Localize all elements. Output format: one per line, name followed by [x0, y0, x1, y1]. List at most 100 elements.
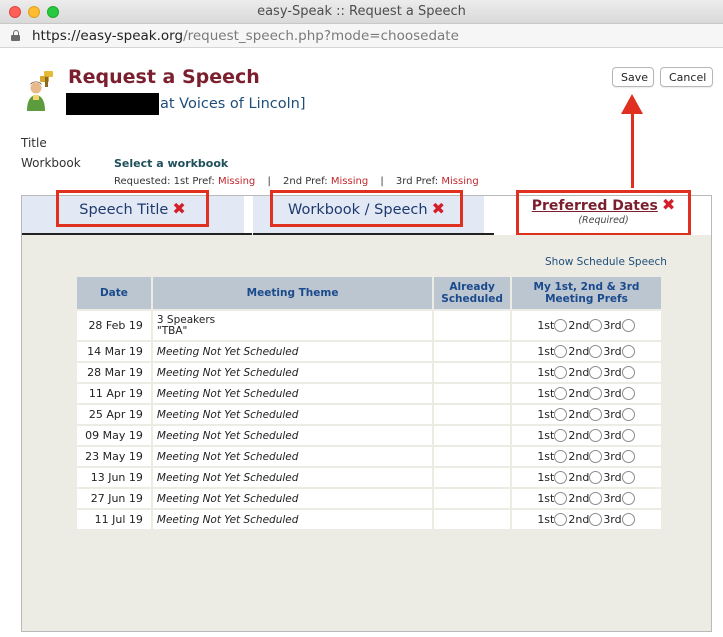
meeting-schedule-table: Date Meeting Theme Already Scheduled My …: [75, 275, 663, 531]
pref-radio-3rd[interactable]: [621, 513, 635, 526]
meeting-prefs: 1st 2nd 3rd: [511, 311, 661, 340]
select-workbook-link[interactable]: Select a workbook: [114, 157, 228, 170]
show-schedule-speech-link[interactable]: Show Schedule Speech: [545, 256, 667, 268]
pref-radio-2nd[interactable]: [589, 319, 603, 332]
pref-label: 1st: [537, 471, 555, 484]
pref-radio-2nd[interactable]: [589, 345, 603, 358]
meeting-date: 28 Feb 19: [77, 311, 151, 340]
tab-bar: Speech Title ✖ Workbook / Speech ✖ Preferr…: [21, 190, 712, 236]
pref-radio-2nd[interactable]: [589, 408, 603, 421]
pref-radio-1st[interactable]: [554, 513, 568, 526]
pref-label: 3rd: [603, 513, 622, 526]
meeting-prefs: 1st 2nd 3rd: [511, 342, 661, 361]
pref-label: 2nd: [568, 471, 590, 484]
separator: |: [267, 176, 271, 187]
pref-label: 2nd: [568, 319, 590, 332]
pref-label: 3rd: [603, 319, 622, 332]
pref-radio-1st[interactable]: [554, 429, 568, 442]
pref-radio-3rd[interactable]: [621, 450, 635, 463]
window-titlebar: easy-Speak :: Request a Speech: [0, 0, 723, 24]
pref-radio-1st[interactable]: [554, 492, 568, 505]
already-scheduled-cell: [434, 426, 510, 445]
required-note: (Required): [578, 215, 629, 226]
table-row: 11 Jul 19 Meeting Not Yet Scheduled 1st 2nd…: [77, 510, 661, 529]
pref-label: 3rd: [603, 450, 622, 463]
pref-radio-3rd[interactable]: [621, 408, 635, 421]
meeting-date: 09 May 19: [77, 426, 151, 445]
pref-radio-2nd[interactable]: [589, 492, 603, 505]
pref-label: 3rd: [603, 345, 622, 358]
meeting-date: 25 Apr 19: [77, 405, 151, 424]
pref-radio-3rd[interactable]: [621, 492, 635, 505]
x-icon: ✖: [431, 199, 445, 218]
pref-radio-3rd[interactable]: [621, 471, 635, 484]
pref-radio-1st[interactable]: [554, 319, 568, 332]
pref-label: 3rd: [603, 408, 622, 421]
pref-radio-1st[interactable]: [554, 366, 568, 379]
pref-label: 2nd: [568, 513, 590, 526]
pref-radio-1st[interactable]: [554, 450, 568, 463]
tab-speech-title[interactable]: Speech Title ✖: [56, 190, 209, 227]
pref2-status: Missing: [330, 176, 369, 187]
pref-radio-2nd[interactable]: [589, 450, 603, 463]
pref-radio-2nd[interactable]: [589, 429, 603, 442]
table-row: 11 Apr 19 Meeting Not Yet Scheduled 1st 2nd…: [77, 384, 661, 403]
workbook-label: Workbook: [21, 156, 81, 170]
pref-radio-3rd[interactable]: [621, 319, 635, 332]
meeting-prefs: 1st 2nd 3rd: [511, 426, 661, 445]
already-scheduled-cell: [434, 384, 510, 403]
column-header-already: Already Scheduled: [434, 277, 510, 309]
pref1-status: Missing: [217, 176, 256, 187]
pref-label: 2nd: [568, 450, 590, 463]
annotation-arrow-line: [631, 110, 634, 188]
pref-radio-2nd[interactable]: [589, 471, 603, 484]
meeting-date: 14 Mar 19: [77, 342, 151, 361]
pref-radio-1st[interactable]: [554, 387, 568, 400]
meeting-theme: Meeting Not Yet Scheduled: [152, 510, 433, 529]
page-title: Request a Speech: [68, 66, 260, 88]
meeting-date: 28 Mar 19: [77, 363, 151, 382]
tab-preferred-dates-label: Preferred Dates: [531, 198, 658, 214]
pref-radio-3rd[interactable]: [621, 429, 635, 442]
pref-label: 1st: [537, 387, 555, 400]
column-header-theme: Meeting Theme: [152, 277, 433, 309]
pref-radio-3rd[interactable]: [621, 387, 635, 400]
pref-label: 3rd: [603, 429, 622, 442]
already-scheduled-cell: [434, 363, 510, 382]
meeting-date: 11 Apr 19: [77, 384, 151, 403]
pref-radio-3rd[interactable]: [621, 345, 635, 358]
pref-radio-3rd[interactable]: [621, 366, 635, 379]
pref-radio-2nd[interactable]: [589, 387, 603, 400]
pref-label: 2nd: [568, 345, 590, 358]
tab-preferred-dates[interactable]: Preferred Dates ✖ (Required): [516, 190, 691, 236]
column-header-prefs: My 1st, 2nd & 3rd Meeting Prefs: [511, 277, 661, 309]
table-row: 27 Jun 19 Meeting Not Yet Scheduled 1st 2nd…: [77, 489, 661, 508]
already-scheduled-cell: [434, 468, 510, 487]
pref3-label: 3rd Pref:: [395, 176, 439, 187]
redacted-name: [66, 93, 159, 115]
table-row: 09 May 19 Meeting Not Yet Scheduled 1st 2nd…: [77, 426, 661, 445]
pref-radio-1st[interactable]: [554, 345, 568, 358]
meeting-theme: 3 Speakers "TBA": [152, 311, 433, 340]
url-text[interactable]: https://easy-speak.org/request_speech.ph…: [32, 28, 459, 44]
pref-label: 2nd: [568, 387, 590, 400]
table-row: 23 May 19 Meeting Not Yet Scheduled 1st 2nd…: [77, 447, 661, 466]
meeting-theme: Meeting Not Yet Scheduled: [152, 405, 433, 424]
pref-radio-2nd[interactable]: [589, 513, 603, 526]
pref-radio-2nd[interactable]: [589, 366, 603, 379]
x-icon: ✖: [661, 195, 676, 214]
pref-radio-1st[interactable]: [554, 408, 568, 421]
pref-radio-1st[interactable]: [554, 471, 568, 484]
address-bar[interactable]: https://easy-speak.org/request_speech.ph…: [0, 24, 723, 48]
tab-workbook-speech-label: Workbook / Speech: [288, 202, 428, 218]
meeting-date: 11 Jul 19: [77, 510, 151, 529]
save-button[interactable]: Save: [612, 67, 654, 87]
meeting-prefs: 1st 2nd 3rd: [511, 489, 661, 508]
meeting-prefs: 1st 2nd 3rd: [511, 384, 661, 403]
pref-label: 1st: [537, 429, 555, 442]
meeting-date: 13 Jun 19: [77, 468, 151, 487]
cancel-button[interactable]: Cancel: [660, 67, 713, 87]
x-icon: ✖: [172, 199, 186, 218]
tab-workbook-speech[interactable]: Workbook / Speech ✖: [270, 190, 463, 227]
lock-icon: [11, 30, 20, 41]
